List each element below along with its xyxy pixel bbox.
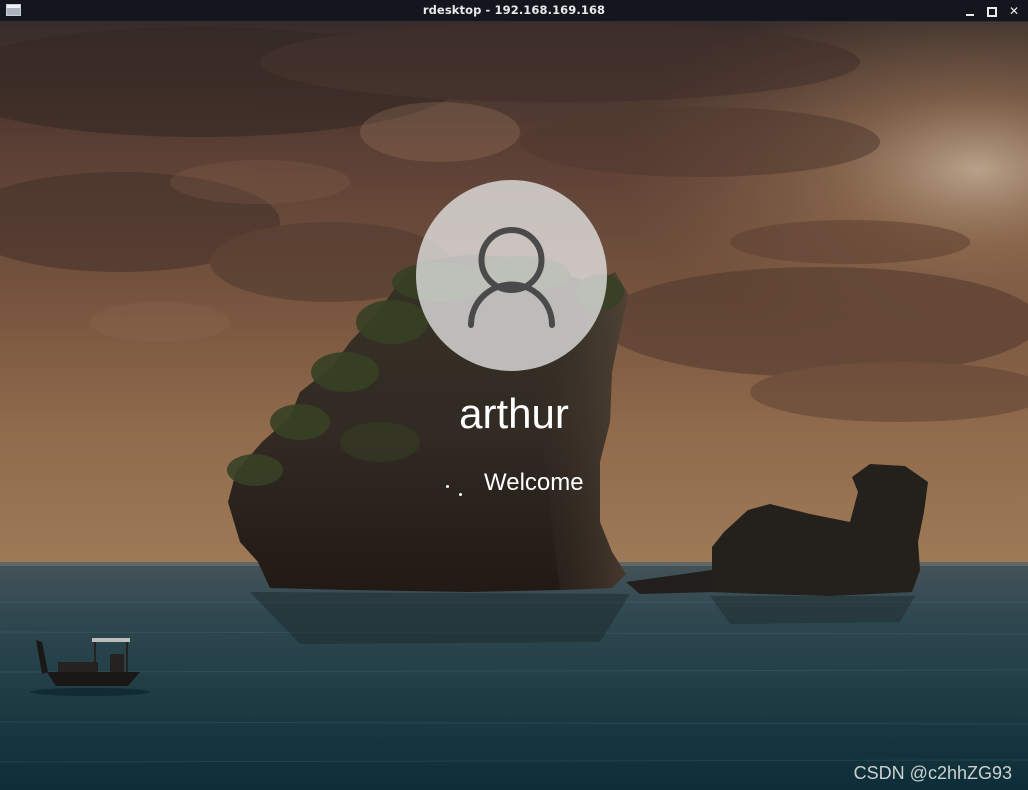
- close-button[interactable]: ✕: [1005, 2, 1023, 20]
- window-titlebar[interactable]: rdesktop - 192.168.169.168 ✕: [0, 0, 1028, 22]
- user-silhouette-icon: [468, 227, 555, 328]
- spinner-dot: [446, 485, 449, 488]
- rdesktop-window: rdesktop - 192.168.169.168 ✕ arthur Welc…: [0, 0, 1028, 790]
- user-avatar: [416, 180, 607, 371]
- maximize-button[interactable]: [983, 2, 1001, 20]
- minimize-icon: [966, 13, 974, 16]
- watermark-text: CSDN @c2hhZG93: [853, 763, 1012, 783]
- maximize-icon: [987, 6, 997, 17]
- window-title: rdesktop - 192.168.169.168: [422, 3, 606, 17]
- welcome-status-text: Welcome: [484, 469, 584, 496]
- spinner-dot: [459, 493, 462, 496]
- minimize-button[interactable]: [961, 2, 979, 20]
- username-label: arthur: [459, 390, 569, 437]
- remote-desktop-screen[interactable]: arthur Welcome CSDN @c2hhZG93: [0, 22, 1028, 790]
- close-icon: ✕: [1008, 4, 1020, 18]
